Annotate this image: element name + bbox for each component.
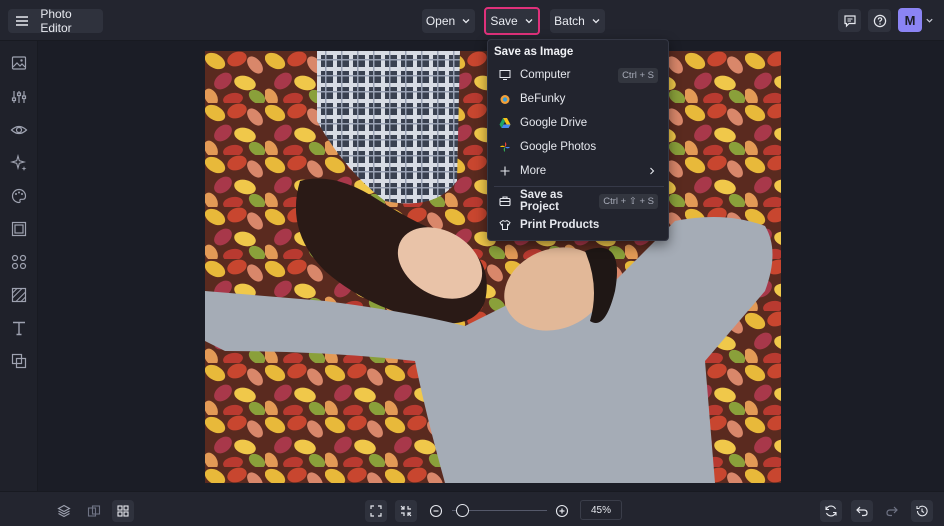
menu-item-label: BeFunky (520, 93, 566, 105)
menu-item-label: Google Drive (520, 117, 588, 129)
save-label: Save (490, 14, 518, 28)
tshirt-icon (498, 218, 512, 232)
rotate-button[interactable] (820, 500, 842, 522)
shortcut-badge: Ctrl + S (618, 67, 658, 83)
menu-item-label: Google Photos (520, 141, 597, 153)
tool-sidebar (0, 41, 38, 491)
save-to-computer-item[interactable]: Computer Ctrl + S (492, 64, 666, 86)
more-options-item[interactable]: More (492, 160, 666, 182)
expand-icon (370, 505, 382, 517)
monitor-icon (498, 68, 512, 82)
plus-icon (498, 164, 512, 178)
open-label: Open (425, 14, 456, 28)
text-icon[interactable] (10, 319, 28, 337)
chevron-down-icon[interactable] (925, 16, 934, 25)
redo-button[interactable] (881, 500, 903, 522)
menu-item-label: Print Products (520, 219, 600, 231)
chevron-down-icon (462, 19, 470, 24)
hamburger-icon (16, 16, 29, 26)
image-icon[interactable] (10, 54, 28, 72)
refresh-icon (825, 505, 837, 517)
actual-size-button[interactable] (395, 500, 417, 522)
help-button[interactable] (868, 9, 891, 32)
history-icon (916, 505, 928, 517)
layers-panel-button[interactable] (53, 500, 75, 522)
palette-icon[interactable] (10, 187, 28, 205)
bottom-bar (0, 491, 944, 526)
grid-icon (117, 505, 129, 517)
save-to-google-photos-item[interactable]: Google Photos (492, 136, 666, 158)
layers-stack-icon (57, 504, 71, 518)
grid-view-button[interactable] (112, 500, 134, 522)
chevron-down-icon (525, 19, 533, 24)
save-to-google-drive-item[interactable]: Google Drive (492, 112, 666, 134)
help-icon (873, 14, 886, 27)
graphics-icon[interactable] (10, 253, 28, 271)
compare-button[interactable] (83, 500, 105, 522)
save-as-project-item[interactable]: Save as Project Ctrl + ⇧ + S (492, 189, 666, 213)
save-button[interactable]: Save (484, 7, 540, 35)
eye-icon[interactable] (10, 121, 28, 139)
menu-divider (494, 186, 664, 187)
zoom-slider-handle[interactable] (456, 504, 469, 517)
minus-circle-icon (429, 504, 443, 518)
layers-icon[interactable] (10, 352, 28, 370)
undo-icon (856, 506, 868, 517)
chat-bubble-icon (843, 14, 856, 27)
batch-button[interactable]: Batch (550, 9, 605, 33)
sliders-icon[interactable] (10, 88, 28, 106)
frame-icon[interactable] (10, 220, 28, 238)
befunky-icon (498, 92, 512, 106)
zoom-in-button[interactable] (551, 500, 573, 522)
main-menu-button[interactable]: Photo Editor (8, 7, 103, 35)
briefcase-icon (498, 194, 512, 208)
menu-item-label: Computer (520, 69, 571, 81)
sparkle-icon[interactable] (9, 153, 28, 172)
chevron-down-icon (592, 19, 600, 24)
undo-button[interactable] (851, 500, 873, 522)
fit-to-screen-button[interactable] (365, 500, 387, 522)
plus-circle-icon (555, 504, 569, 518)
google-drive-icon (498, 116, 512, 130)
save-menu-heading: Save as Image (494, 46, 574, 58)
user-avatar[interactable]: M (898, 8, 922, 32)
top-bar: Photo Editor Open Save Batch M (0, 0, 944, 41)
menu-item-label: More (520, 165, 547, 177)
zoom-level-display[interactable]: 45% (580, 500, 622, 520)
feedback-button[interactable] (838, 9, 861, 32)
redo-icon (886, 506, 898, 517)
save-to-befunky-item[interactable]: BeFunky (492, 88, 666, 110)
texture-icon[interactable] (10, 286, 28, 304)
open-button[interactable]: Open (422, 9, 475, 33)
compare-icon (87, 505, 101, 517)
app-title: Photo Editor (40, 7, 72, 35)
history-button[interactable] (911, 500, 933, 522)
collapse-icon (400, 505, 412, 517)
google-photos-icon (498, 140, 512, 154)
save-menu: Save as Image Computer Ctrl + S BeFunky … (487, 39, 669, 241)
chevron-right-icon (650, 167, 655, 175)
batch-label: Batch (554, 14, 585, 28)
menu-item-label: Save as Project (520, 189, 563, 213)
shortcut-badge: Ctrl + ⇧ + S (599, 193, 658, 209)
zoom-out-button[interactable] (425, 500, 447, 522)
print-products-item[interactable]: Print Products (492, 214, 666, 236)
